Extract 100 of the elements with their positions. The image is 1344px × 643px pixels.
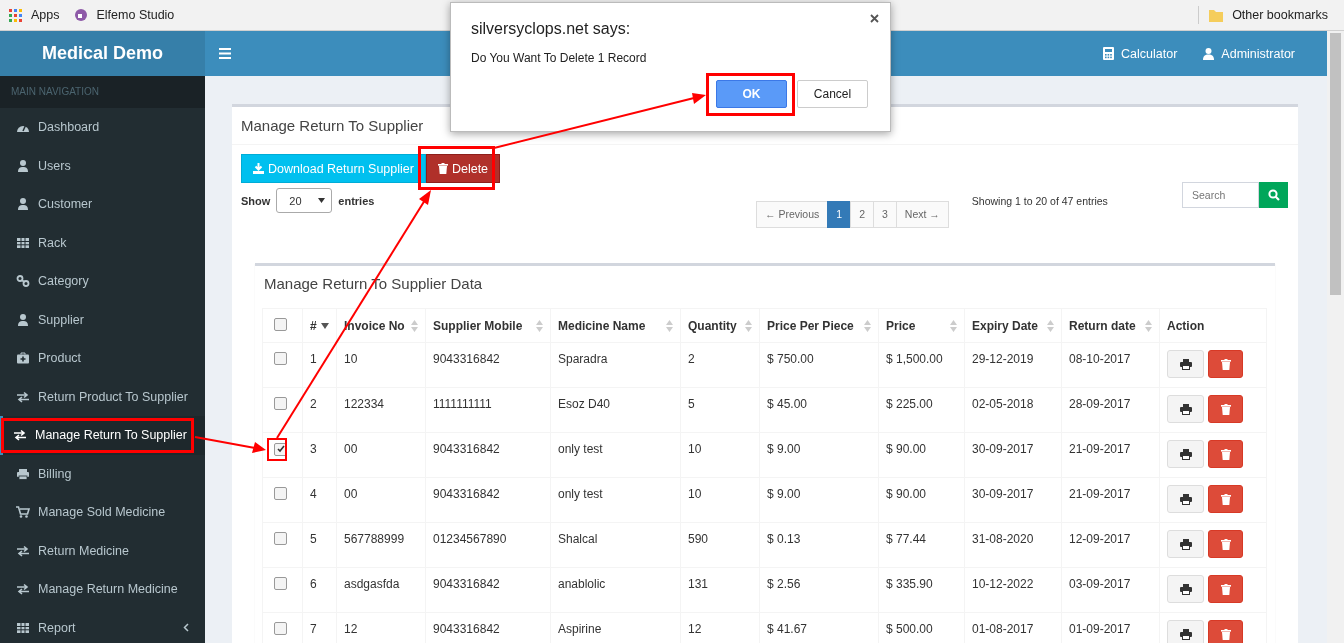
sidebar-item[interactable]: Product — [0, 339, 205, 378]
trash-icon — [1220, 538, 1231, 550]
sidebar-item[interactable]: Customer — [0, 185, 205, 224]
delete-button[interactable]: Delete — [425, 154, 501, 183]
menu-icon[interactable] — [219, 48, 231, 59]
table-cell: 00 — [344, 442, 358, 456]
table-cell: 21-09-2017 — [1069, 487, 1131, 501]
row-checkbox[interactable] — [274, 577, 287, 590]
delete-row-button[interactable] — [1208, 530, 1243, 558]
sidebar-item[interactable]: Supplier — [0, 300, 205, 339]
table-cell: $ 225.00 — [886, 397, 933, 411]
row-checkbox[interactable] — [274, 622, 287, 635]
delete-row-button[interactable] — [1208, 575, 1243, 603]
printer-icon — [1179, 358, 1192, 370]
pagination-button[interactable]: ← Previous — [756, 201, 829, 228]
table-cell: $ 45.00 — [767, 397, 808, 411]
table-cell: 02-05-2018 — [972, 397, 1034, 411]
table-cell: 9043316842 — [433, 487, 500, 501]
pagination-button[interactable]: 1 — [827, 201, 852, 228]
table-cell: $ 335.90 — [886, 577, 933, 591]
table-cell: $ 500.00 — [886, 622, 933, 636]
table-cell: 29-12-2019 — [972, 352, 1034, 366]
column-header[interactable]: Price — [886, 318, 916, 333]
header-link[interactable]: Administrator — [1221, 46, 1295, 61]
row-checkbox[interactable] — [274, 352, 287, 365]
printer-icon — [1179, 448, 1192, 460]
close-icon[interactable] — [870, 14, 879, 23]
print-button[interactable] — [1167, 575, 1204, 603]
table-cell: 122334 — [344, 397, 385, 411]
table-cell: 7 — [310, 622, 317, 636]
table-cell: 30-09-2017 — [972, 442, 1034, 456]
table-cell: 5 — [310, 532, 317, 546]
search-button[interactable] — [1259, 182, 1288, 208]
pagination-button[interactable]: Next → — [895, 201, 949, 228]
table-cell: $ 750.00 — [767, 352, 814, 366]
table-cell: 28-09-2017 — [1069, 397, 1131, 411]
cart-icon — [16, 506, 30, 519]
table-cell: 00 — [344, 487, 358, 501]
delete-row-button[interactable] — [1208, 395, 1243, 423]
table-cell: 01-09-2017 — [1069, 622, 1131, 636]
table-cell: 10 — [688, 487, 702, 501]
table-cell: $ 77.44 — [886, 532, 927, 546]
table-cell: 08-10-2017 — [1069, 352, 1131, 366]
column-header[interactable]: # — [310, 318, 317, 333]
folder-icon — [1209, 8, 1224, 22]
sidebar-item[interactable]: Manage Return Medicine — [0, 570, 205, 609]
bookmark-link[interactable]: Other bookmarks — [1232, 8, 1328, 22]
brand-logo-text[interactable]: Medical Demo — [0, 31, 205, 76]
row-checkbox[interactable] — [274, 397, 287, 410]
sidebar-item[interactable]: Return Medicine — [0, 531, 205, 570]
row-checkbox[interactable] — [274, 532, 287, 545]
select-all-checkbox[interactable] — [274, 317, 287, 331]
grid-icon — [16, 236, 30, 249]
sidebar-item[interactable]: Report — [0, 608, 205, 643]
print-button[interactable] — [1167, 350, 1204, 378]
delete-row-button[interactable] — [1208, 620, 1243, 643]
sidebar-item[interactable]: Category — [0, 262, 205, 301]
print-button[interactable] — [1167, 395, 1204, 423]
delete-row-button[interactable] — [1208, 350, 1243, 378]
bookmark-link[interactable]: Apps — [31, 8, 60, 22]
printer-icon — [1179, 493, 1192, 505]
cancel-button[interactable]: Cancel — [797, 80, 868, 108]
table-cell: 21-09-2017 — [1069, 442, 1131, 456]
table-cell: 567788999 — [344, 532, 405, 546]
sidebar-item[interactable]: Users — [0, 146, 205, 185]
sidebar-item[interactable]: Rack — [0, 223, 205, 262]
row-checkbox[interactable] — [274, 487, 287, 500]
pagination-button[interactable]: 2 — [850, 201, 874, 228]
pagination-button[interactable]: 3 — [872, 201, 897, 228]
print-button[interactable] — [1167, 620, 1204, 643]
scrollbar[interactable] — [1327, 31, 1344, 643]
header-link[interactable]: Calculator — [1121, 46, 1178, 61]
print-button[interactable] — [1167, 440, 1204, 468]
scrollbar-thumb[interactable] — [1330, 33, 1341, 295]
delete-row-button[interactable] — [1208, 485, 1243, 513]
table-cell: 10-12-2022 — [972, 577, 1034, 591]
trash-icon — [1220, 628, 1231, 640]
column-header[interactable]: Action — [1167, 318, 1205, 333]
entries-dropdown[interactable]: 20 — [276, 188, 333, 213]
table-cell: 131 — [688, 577, 709, 591]
sidebar-item[interactable]: Billing — [0, 454, 205, 493]
sidebar-item[interactable]: Manage Sold Medicine — [0, 493, 205, 532]
sidebar-item[interactable]: Dashboard — [0, 108, 205, 147]
search-field[interactable]: Search — [1182, 182, 1259, 208]
sort-descending-icon[interactable] — [321, 322, 329, 329]
dialog-message: Do You Want To Delete 1 Record — [471, 51, 648, 65]
user-icon — [16, 159, 30, 172]
trash-icon — [1220, 448, 1231, 460]
table-cell: 12-09-2017 — [1069, 532, 1131, 546]
sidebar-item[interactable]: Return Product To Supplier — [0, 377, 205, 416]
delete-row-button[interactable] — [1208, 440, 1243, 468]
table-cell: 03-09-2017 — [1069, 577, 1131, 591]
print-button[interactable] — [1167, 485, 1204, 513]
search-icon — [1267, 189, 1280, 201]
table-cell: 01234567890 — [433, 532, 507, 546]
bookmark-link[interactable]: Elfemo Studio — [96, 8, 175, 22]
table-cell: 01-08-2017 — [972, 622, 1034, 636]
annotation-arrow — [194, 436, 266, 453]
print-button[interactable] — [1167, 530, 1204, 558]
table-cell: $ 0.13 — [767, 532, 801, 546]
